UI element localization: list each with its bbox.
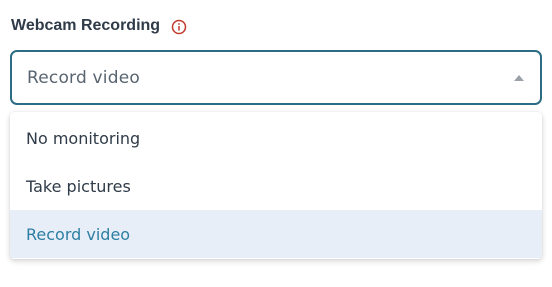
- field-label: Webcam Recording: [11, 17, 187, 35]
- option-take-pictures[interactable]: Take pictures: [10, 162, 542, 210]
- info-icon[interactable]: [171, 19, 187, 35]
- webcam-recording-select[interactable]: Record video: [10, 50, 542, 105]
- field-label-text: Webcam Recording: [11, 17, 161, 34]
- dropdown-menu: No monitoring Take pictures Record video: [10, 112, 542, 259]
- option-no-monitoring[interactable]: No monitoring: [10, 114, 542, 162]
- caret-up-icon: [514, 75, 524, 81]
- option-record-video[interactable]: Record video: [10, 210, 542, 258]
- select-value: Record video: [27, 68, 140, 88]
- webcam-recording-field: Webcam Recording Record video No monitor…: [0, 0, 552, 287]
